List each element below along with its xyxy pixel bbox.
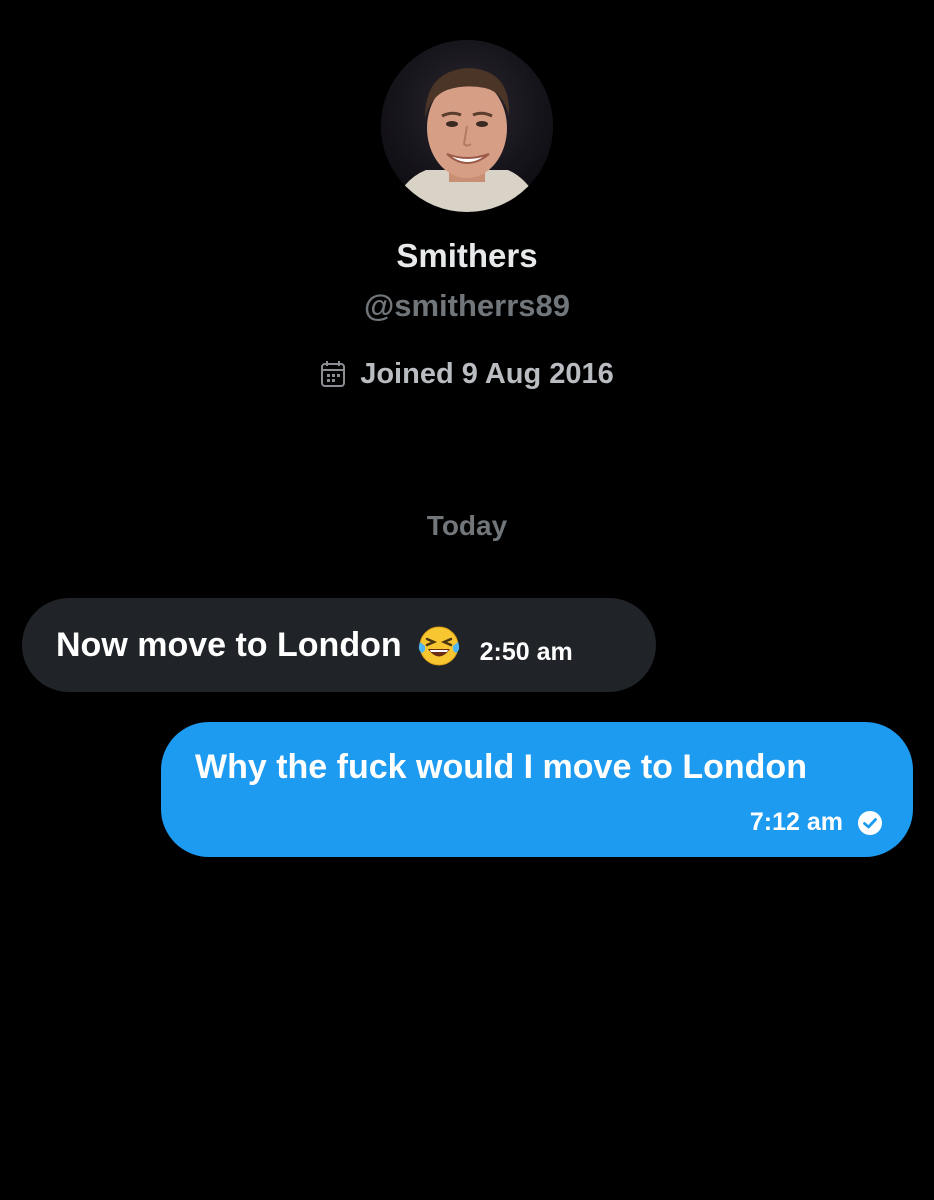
calendar-icon (320, 360, 346, 388)
joined-date: Joined 9 Aug 2016 (320, 354, 614, 394)
message-text: Why the fuck would I move to London (195, 748, 807, 786)
profile-photo-icon (381, 40, 553, 212)
incoming-message[interactable]: Now move to London 2:50 am (22, 598, 656, 692)
outgoing-message[interactable]: Why the fuck would I move to London 7:12… (161, 722, 913, 857)
read-check-icon (857, 810, 883, 836)
profile-header: Smithers @smitherrs89 Joined 9 Aug 2016 (0, 0, 934, 394)
message-text: Now move to London (56, 625, 402, 664)
laughing-crying-emoji-icon (416, 622, 462, 668)
avatar[interactable] (381, 40, 553, 212)
message-time: 7:12 am (749, 808, 843, 836)
message-time: 2:50 am (479, 637, 573, 666)
display-name[interactable]: Smithers (396, 236, 537, 276)
user-handle: @smitherrs89 (364, 288, 570, 323)
message-meta: 7:12 am (750, 808, 883, 837)
day-divider: Today (426, 510, 508, 541)
joined-text: Joined 9 Aug 2016 (360, 357, 614, 390)
